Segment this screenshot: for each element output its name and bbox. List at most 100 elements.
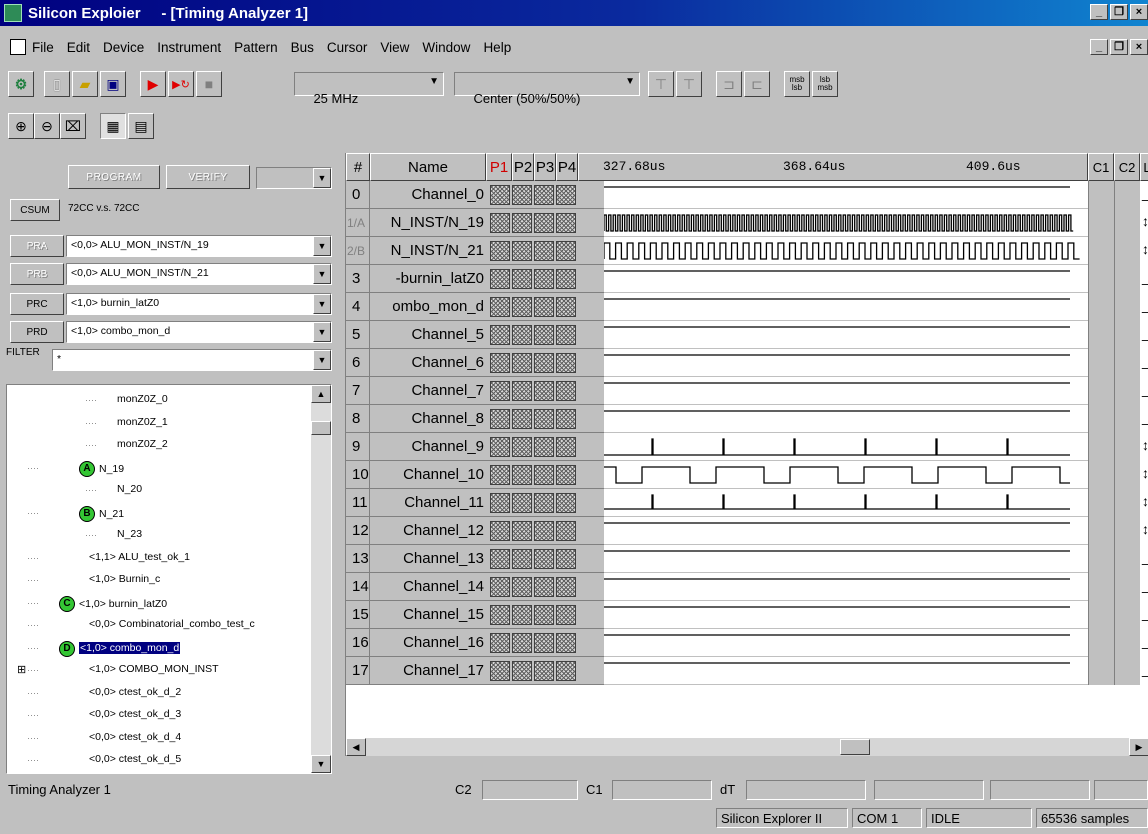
menu-cursor[interactable]: Cursor bbox=[327, 40, 368, 55]
row-number[interactable]: 17 bbox=[346, 657, 370, 685]
pattern-cell-p1[interactable] bbox=[490, 661, 510, 681]
channel-name[interactable]: Channel_8 bbox=[370, 405, 486, 433]
channel-name[interactable]: Channel_0 bbox=[370, 181, 486, 209]
channel-name[interactable]: Channel_5 bbox=[370, 321, 486, 349]
pattern-cell-p2[interactable] bbox=[512, 185, 532, 205]
minimize-button[interactable]: _ bbox=[1090, 4, 1108, 20]
channel-name[interactable]: Channel_12 bbox=[370, 517, 486, 545]
filter-field[interactable]: * ▼ bbox=[52, 349, 332, 371]
row-number[interactable]: 14 bbox=[346, 573, 370, 601]
pattern-cell-p1[interactable] bbox=[490, 633, 510, 653]
tree-item[interactable]: <1,0> Burnin_c bbox=[89, 573, 160, 585]
menu-edit[interactable]: Edit bbox=[67, 40, 90, 55]
pattern-cell-p4[interactable] bbox=[556, 661, 576, 681]
run-icon[interactable]: ▶ bbox=[140, 71, 166, 97]
pra-field[interactable]: <0,0> ALU_MON_INST/N_19 ▼ bbox=[66, 235, 332, 257]
pattern-cell-p4[interactable] bbox=[556, 465, 576, 485]
pattern-cell-p3[interactable] bbox=[534, 409, 554, 429]
header-name[interactable]: Name bbox=[370, 153, 486, 181]
pattern-cell-p2[interactable] bbox=[512, 549, 532, 569]
tree-item[interactable]: <0,0> Combinatorial_combo_test_c bbox=[89, 618, 255, 630]
pattern-cell-p3[interactable] bbox=[534, 185, 554, 205]
scroll-thumb[interactable] bbox=[840, 739, 870, 755]
signal-tree[interactable]: ···· monZ0Z_0 ···· monZ0Z_1 ···· monZ0Z_2 ····… bbox=[6, 384, 332, 774]
grid-view-icon[interactable]: ▦ bbox=[100, 113, 126, 139]
pattern-cell-p3[interactable] bbox=[534, 213, 554, 233]
row-number[interactable]: 5 bbox=[346, 321, 370, 349]
pattern-cell-p1[interactable] bbox=[490, 605, 510, 625]
pattern-cell-p4[interactable] bbox=[556, 241, 576, 261]
pattern-cell-p2[interactable] bbox=[512, 605, 532, 625]
tree-item[interactable]: N_20 bbox=[117, 483, 142, 495]
prd-field[interactable]: <1,0> combo_mon_d ▼ bbox=[66, 321, 332, 343]
pattern-cell-p3[interactable] bbox=[534, 577, 554, 597]
channel-name[interactable]: N_INST/N_19 bbox=[370, 209, 486, 237]
pattern-cell-p3[interactable] bbox=[534, 633, 554, 653]
pattern-cell-p4[interactable] bbox=[556, 185, 576, 205]
doc-minimize-button[interactable]: _ bbox=[1090, 39, 1108, 55]
verify-button[interactable]: VERIFY bbox=[166, 165, 250, 189]
tree-item[interactable]: <0,0> ctest_ok_d_3 bbox=[89, 708, 181, 720]
row-number[interactable]: 9 bbox=[346, 433, 370, 461]
lsb-msb-button[interactable]: lsb msb bbox=[812, 71, 838, 97]
pattern-cell-p3[interactable] bbox=[534, 521, 554, 541]
tree-item[interactable]: monZ0Z_0 bbox=[117, 393, 168, 405]
cursor-column[interactable] bbox=[1088, 181, 1114, 685]
channel-name[interactable]: Channel_6 bbox=[370, 349, 486, 377]
trigger-position-select[interactable]: Center (50%/50%) ▼ bbox=[454, 72, 640, 106]
row-number[interactable]: 6 bbox=[346, 349, 370, 377]
tree-item[interactable]: N_23 bbox=[117, 528, 142, 540]
channel-name[interactable]: Channel_11 bbox=[370, 489, 486, 517]
pattern-cell-p1[interactable] bbox=[490, 297, 510, 317]
close-button[interactable]: × bbox=[1130, 4, 1148, 20]
open-icon[interactable]: ▰ bbox=[72, 71, 98, 97]
cursor-left-icon[interactable]: ⊤ bbox=[648, 71, 674, 97]
pattern-cell-p2[interactable] bbox=[512, 437, 532, 457]
pattern-cell-p3[interactable] bbox=[534, 437, 554, 457]
pattern-cell-p4[interactable] bbox=[556, 605, 576, 625]
menu-instrument[interactable]: Instrument bbox=[157, 40, 221, 55]
channel-name[interactable]: Channel_17 bbox=[370, 657, 486, 685]
pattern-cell-p1[interactable] bbox=[490, 521, 510, 541]
cursor-right-icon[interactable]: ⊤ bbox=[676, 71, 702, 97]
tree-item[interactable]: <0,0> ctest_ok_d_5 bbox=[89, 753, 181, 765]
pattern-cell-p3[interactable] bbox=[534, 605, 554, 625]
channel-name[interactable]: Channel_15 bbox=[370, 601, 486, 629]
menu-window[interactable]: Window bbox=[422, 40, 470, 55]
pattern-cell-p3[interactable] bbox=[534, 269, 554, 289]
pattern-cell-p1[interactable] bbox=[490, 437, 510, 457]
zoom-out-icon[interactable]: ⊖ bbox=[34, 113, 60, 139]
tree-item[interactable]: C <1,0> burnin_latZ0 bbox=[59, 595, 167, 612]
menu-help[interactable]: Help bbox=[483, 40, 511, 55]
pattern-cell-p1[interactable] bbox=[490, 353, 510, 373]
pattern-cell-p3[interactable] bbox=[534, 353, 554, 373]
header-p1[interactable]: P1 bbox=[486, 153, 512, 181]
bus-collapse-icon[interactable]: ⊏ bbox=[744, 71, 770, 97]
row-number[interactable]: 16 bbox=[346, 629, 370, 657]
scroll-right-icon[interactable]: ▶ bbox=[1129, 738, 1148, 756]
header-p3[interactable]: P3 bbox=[534, 153, 556, 181]
scroll-up-icon[interactable]: ▲ bbox=[311, 385, 331, 403]
bus-expand-icon[interactable]: ⊐ bbox=[716, 71, 742, 97]
horizontal-scrollbar[interactable]: ◀ ▶ bbox=[346, 738, 1148, 756]
pattern-cell-p1[interactable] bbox=[490, 241, 510, 261]
pattern-cell-p2[interactable] bbox=[512, 241, 532, 261]
pattern-cell-p2[interactable] bbox=[512, 661, 532, 681]
pattern-cell-p2[interactable] bbox=[512, 577, 532, 597]
row-number[interactable]: 11 bbox=[346, 489, 370, 517]
row-number[interactable]: 12 bbox=[346, 517, 370, 545]
pattern-cell-p1[interactable] bbox=[490, 185, 510, 205]
new-icon[interactable]: ▯ bbox=[44, 71, 70, 97]
scroll-left-icon[interactable]: ◀ bbox=[346, 738, 366, 756]
cursor-column[interactable] bbox=[1114, 181, 1140, 685]
pattern-cell-p2[interactable] bbox=[512, 297, 532, 317]
pattern-cell-p2[interactable] bbox=[512, 213, 532, 233]
pattern-cell-p3[interactable] bbox=[534, 241, 554, 261]
pattern-cell-p4[interactable] bbox=[556, 577, 576, 597]
step-icon[interactable]: ▶↻ bbox=[168, 71, 194, 97]
menu-pattern[interactable]: Pattern bbox=[234, 40, 278, 55]
prd-button[interactable]: PRD bbox=[10, 321, 64, 343]
save-icon[interactable]: ▣ bbox=[100, 71, 126, 97]
pattern-cell-p2[interactable] bbox=[512, 409, 532, 429]
stop-icon[interactable]: ■ bbox=[196, 71, 222, 97]
